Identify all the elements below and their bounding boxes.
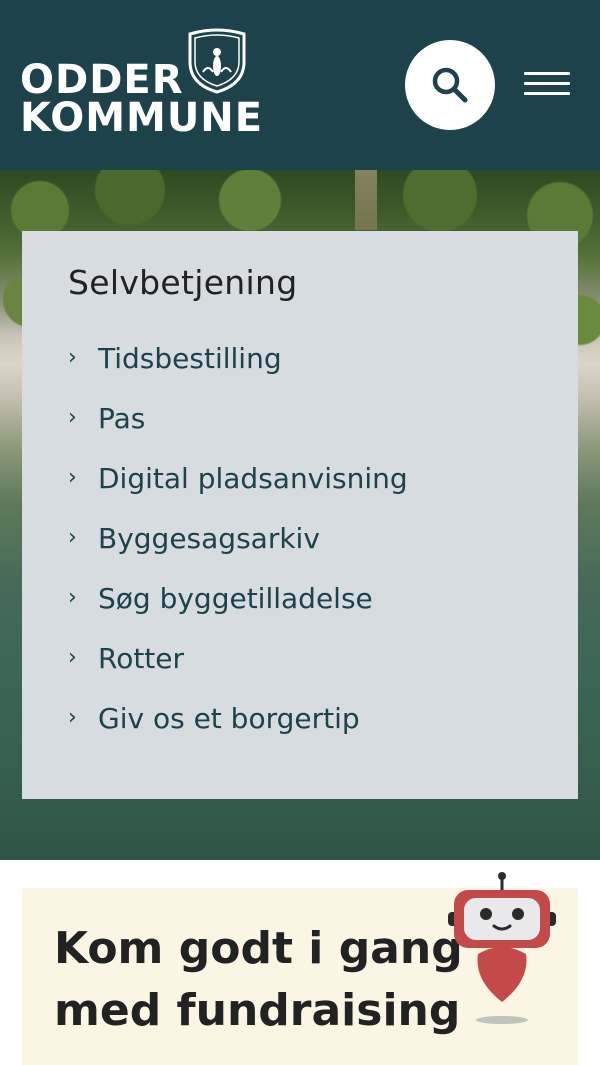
chatbot-launcher[interactable] <box>444 870 560 1030</box>
search-button[interactable] <box>405 40 495 130</box>
selfservice-link-borgertip[interactable]: › Giv os et borgertip <box>68 702 548 763</box>
selfservice-link-sog-byggetilladelse[interactable]: › Søg byggetilladelse <box>68 582 548 643</box>
selfservice-link-label: Pas <box>98 402 146 435</box>
odder-kommune-logo[interactable]: ODDER KOMMUNE <box>20 28 262 138</box>
selfservice-link-label: Byggesagsarkiv <box>98 522 320 555</box>
selfservice-link-label: Tidsbestilling <box>98 342 282 375</box>
chevron-right-icon: › <box>68 525 77 550</box>
selfservice-link-label: Digital pladsanvisning <box>98 462 408 495</box>
chevron-right-icon: › <box>68 585 77 610</box>
selfservice-link-tidsbestilling[interactable]: › Tidsbestilling <box>68 342 548 403</box>
selfservice-link-byggesagsarkiv[interactable]: › Byggesagsarkiv <box>68 522 548 583</box>
selfservice-link-label: Giv os et borgertip <box>98 702 360 735</box>
site-header: ODDER KOMMUNE <box>0 0 600 170</box>
selfservice-link-label: Rotter <box>98 642 185 675</box>
chevron-right-icon: › <box>68 345 77 370</box>
search-icon <box>432 67 468 103</box>
menu-bar <box>524 92 570 95</box>
logo-text-odder: ODDER <box>20 57 184 103</box>
menu-bar <box>524 72 570 75</box>
hero-path <box>355 170 377 230</box>
selfservice-panel: Selvbetjening › Tidsbestilling › Pas › D… <box>22 231 578 799</box>
selfservice-link-label: Søg byggetilladelse <box>98 582 373 615</box>
hamburger-menu-button[interactable] <box>524 70 572 98</box>
chevron-right-icon: › <box>68 405 77 430</box>
menu-bar <box>524 82 570 85</box>
selfservice-list: › Tidsbestilling › Pas › Digital pladsan… <box>68 342 548 763</box>
selfservice-link-rotter[interactable]: › Rotter <box>68 642 548 703</box>
selfservice-link-pas[interactable]: › Pas <box>68 402 548 463</box>
selfservice-link-digital-pladsanvisning[interactable]: › Digital pladsanvisning <box>68 462 548 523</box>
chevron-right-icon: › <box>68 465 77 490</box>
robot-chatbot-icon <box>448 872 556 1024</box>
coat-of-arms-icon <box>188 28 246 94</box>
logo-text-kommune: KOMMUNE <box>20 95 264 141</box>
chevron-right-icon: › <box>68 645 77 670</box>
selfservice-title: Selvbetjening <box>68 263 298 302</box>
chevron-right-icon: › <box>68 705 77 730</box>
